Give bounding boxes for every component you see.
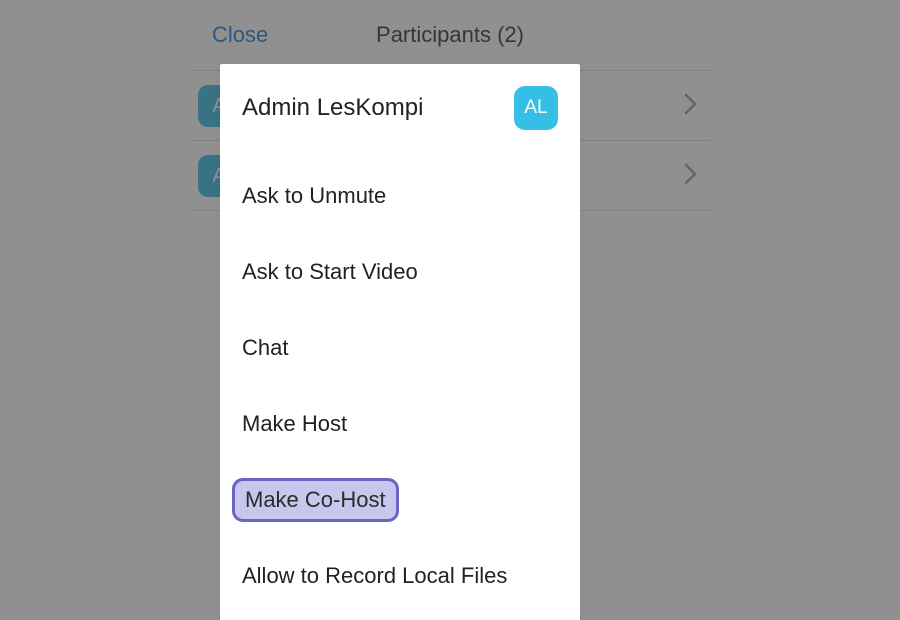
chevron-right-icon xyxy=(684,162,698,191)
action-label: Make Host xyxy=(242,411,347,437)
participants-title: Participants (2) xyxy=(376,22,524,48)
chevron-right-icon xyxy=(684,92,698,121)
avatar-initials: AL xyxy=(524,97,547,119)
participant-action-sheet: Admin LesKompi AL Ask to Unmute Ask to S… xyxy=(220,64,580,620)
action-label: Chat xyxy=(242,335,288,361)
ask-to-unmute-action[interactable]: Ask to Unmute xyxy=(220,158,580,234)
sheet-header: Admin LesKompi AL xyxy=(220,68,580,158)
action-label: Ask to Start Video xyxy=(242,259,418,285)
avatar: AL xyxy=(514,86,558,130)
ask-to-start-video-action[interactable]: Ask to Start Video xyxy=(220,234,580,310)
participant-name-label: Admin LesKompi xyxy=(242,94,514,122)
allow-to-record-action[interactable]: Allow to Record Local Files xyxy=(220,538,580,614)
make-co-host-action[interactable]: Make Co-Host xyxy=(220,462,580,538)
close-button[interactable]: Close xyxy=(212,22,268,48)
make-host-action[interactable]: Make Host xyxy=(220,386,580,462)
action-label: Ask to Unmute xyxy=(242,183,386,209)
action-label: Make Co-Host xyxy=(232,478,399,522)
action-label: Allow to Record Local Files xyxy=(242,563,507,589)
chat-action[interactable]: Chat xyxy=(220,310,580,386)
